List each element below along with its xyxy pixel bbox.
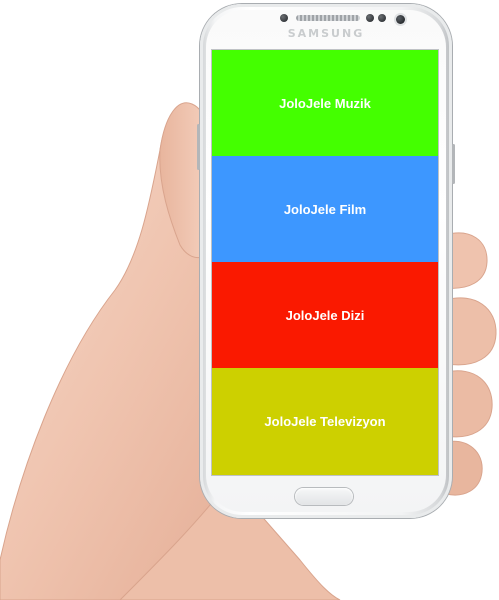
finger-2	[445, 297, 497, 366]
phone-screen: JoloJele Muzik JoloJele Film JoloJele Di…	[212, 50, 438, 475]
menu-item-label: JoloJele Televizyon	[264, 414, 386, 429]
menu-item-televizyon[interactable]: JoloJele Televizyon	[212, 368, 438, 475]
home-button[interactable]	[295, 488, 353, 505]
menu-item-muzik[interactable]: JoloJele Muzik	[212, 50, 438, 156]
power-key[interactable]	[452, 144, 455, 184]
brand-logo: SAMSUNG	[287, 27, 365, 40]
sensor-dot	[378, 14, 386, 22]
menu-item-label: JoloJele Film	[283, 201, 367, 217]
menu-item-dizi[interactable]: JoloJele Dizi	[212, 262, 438, 368]
light-sensor	[366, 14, 374, 22]
menu-item-label: JoloJele Muzik	[279, 95, 371, 111]
volume-key[interactable]	[197, 124, 200, 170]
product-photo: SAMSUNG JoloJele Muzik JoloJele Film Jol…	[0, 0, 499, 600]
menu-item-film[interactable]: JoloJele Film	[212, 156, 438, 262]
proximity-sensor	[280, 14, 288, 22]
earpiece-grille	[296, 15, 360, 21]
menu-item-label: JoloJele Dizi	[285, 307, 365, 323]
front-camera-icon	[396, 15, 405, 24]
finger-3	[445, 370, 493, 438]
phone-device: SAMSUNG JoloJele Muzik JoloJele Film Jol…	[197, 4, 455, 518]
